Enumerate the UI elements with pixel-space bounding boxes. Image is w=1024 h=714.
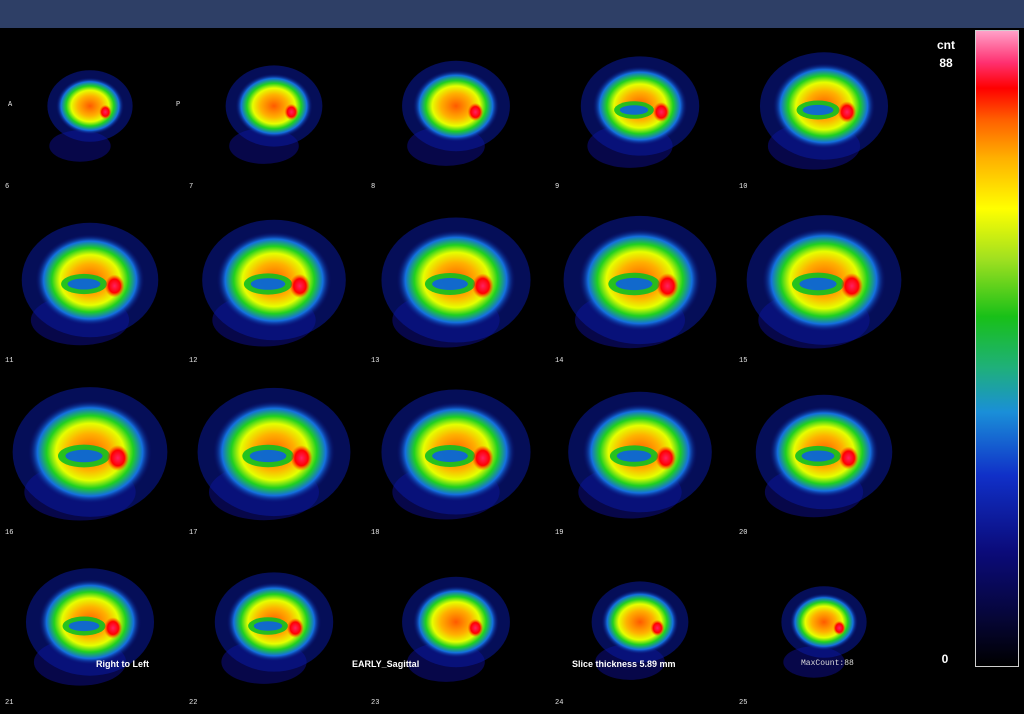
brain-slice-image: 18 [366, 374, 550, 544]
brain-slice-image: 23 [366, 544, 550, 714]
brain-slice-image: 25 [734, 544, 918, 714]
brain-slice-image: 17 [184, 374, 368, 544]
slice-number-label: 19 [555, 529, 564, 537]
brain-slice-image: 22 [184, 544, 368, 714]
brain-slice-image: 21 [0, 544, 184, 714]
slice-number-label: 14 [555, 357, 564, 365]
slice-number-label: 9 [555, 183, 560, 191]
brain-slice-image: 20 [734, 374, 918, 544]
brain-slice-image: 15 [734, 202, 918, 372]
brain-slice-image: 6 [0, 28, 184, 198]
brain-slice-image: 10 [734, 28, 918, 198]
slice-number-label: 18 [371, 529, 380, 537]
brain-slice-image: 12 [184, 202, 368, 372]
brain-slice-image: 14 [550, 202, 734, 372]
scale-unit-label: cnt [937, 38, 955, 52]
scale-min-label: 0 [941, 652, 949, 666]
brain-slice-image: 8 [366, 28, 550, 198]
slice-number-label: 15 [739, 357, 748, 365]
slice-number-label: 11 [5, 357, 14, 365]
slice-number-label: 13 [371, 357, 380, 365]
slice-number-label: 17 [189, 529, 198, 537]
slice-number-label: 25 [739, 699, 748, 707]
slice-number-label: 8 [371, 183, 376, 191]
orientation-anterior-label: A [8, 101, 13, 109]
slice-number-label: 6 [5, 183, 10, 191]
slice-number-label: 12 [189, 357, 198, 365]
title-bar [0, 0, 1024, 28]
slice-number-label: 20 [739, 529, 748, 537]
brain-slice-image: 19 [550, 374, 734, 544]
brain-slice-image: 9 [550, 28, 734, 198]
slice-number-label: 21 [5, 699, 14, 707]
slice-number-label: 16 [5, 529, 14, 537]
maxcount-label: MaxCount:88 [801, 659, 854, 668]
slice-number-label: 10 [739, 183, 748, 191]
slice-number-label: 7 [189, 183, 194, 191]
brain-slice-image: 13 [366, 202, 550, 372]
brain-slice-image: 16 [0, 374, 184, 544]
brain-slice-image: 11 [0, 202, 184, 372]
brain-slice-image: 7 [184, 28, 368, 198]
slice-grid: 6 7 8 9 10 11 12 13 14 15 16 17 18 19 20… [0, 28, 920, 707]
brain-slice-image: 24 [550, 544, 734, 714]
slice-thickness-label: Slice thickness 5.89 mm [572, 659, 676, 669]
orientation-posterior-label: P [176, 101, 181, 109]
color-scale-bar [975, 30, 1019, 667]
slice-number-label: 22 [189, 699, 198, 707]
scale-max-label: 88 [939, 56, 953, 70]
series-label: EARLY_Sagittal [352, 659, 420, 669]
direction-label: Right to Left [96, 659, 149, 669]
slice-number-label: 24 [555, 699, 564, 707]
slice-number-label: 23 [371, 699, 380, 707]
